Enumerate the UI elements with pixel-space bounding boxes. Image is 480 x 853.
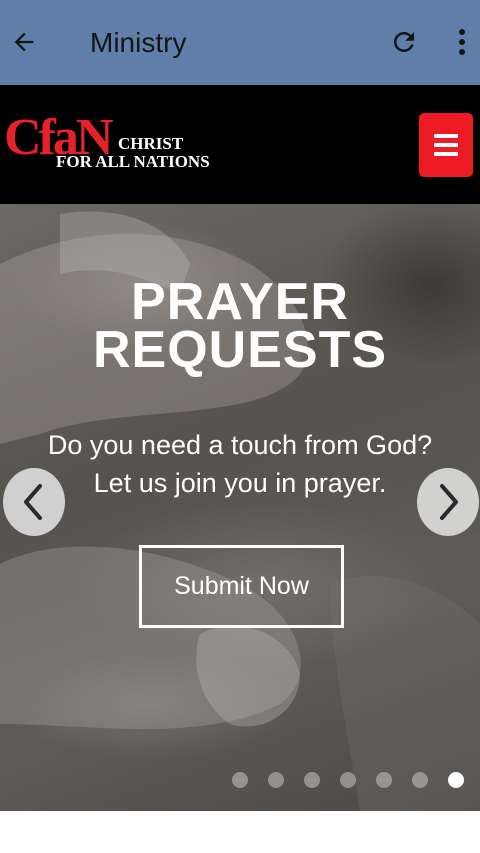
page-content-area (0, 811, 480, 853)
slider-dot[interactable] (448, 772, 464, 788)
slider-next-button[interactable] (417, 468, 479, 536)
cfan-logo[interactable]: CfaN CHRIST FOR ALL NATIONS (4, 111, 214, 171)
app-title: Ministry (90, 27, 187, 58)
app-bar: Ministry (0, 0, 480, 85)
subtitle-line-1: Do you need a touch from God? (47, 430, 433, 460)
logo-line-nations: FOR ALL NATIONS (56, 152, 210, 171)
hamburger-icon (434, 134, 458, 138)
slider-dot[interactable] (376, 772, 392, 788)
hero-slider: PRAYER REQUESTS Do you need a touch from… (0, 204, 480, 811)
heading-line-2: REQUESTS (92, 321, 388, 379)
more-vert-icon[interactable] (447, 24, 477, 60)
slider-dot[interactable] (412, 772, 428, 788)
subtitle-line-2: Let us join you in prayer. (93, 468, 387, 498)
site-header: CfaN CHRIST FOR ALL NATIONS (0, 85, 480, 204)
slider-prev-button[interactable] (3, 468, 65, 536)
slider-dot[interactable] (340, 772, 356, 788)
logo-line-christ: CHRIST (118, 134, 184, 153)
heading-line-1: PRAYER (131, 273, 349, 331)
slider-pagination (232, 772, 464, 788)
back-arrow-icon[interactable] (6, 24, 42, 60)
slider-dot[interactable] (268, 772, 284, 788)
slider-dot[interactable] (304, 772, 320, 788)
slider-dot[interactable] (232, 772, 248, 788)
submit-now-button[interactable]: Submit Now (139, 545, 344, 628)
chevron-right-icon (440, 484, 458, 520)
hero-subtitle: Do you need a touch from God? Let us joi… (20, 426, 460, 502)
refresh-icon[interactable] (386, 24, 422, 60)
chevron-left-icon (24, 484, 42, 520)
hero-heading: PRAYER REQUESTS (0, 273, 480, 379)
hamburger-menu-button[interactable] (419, 113, 473, 177)
